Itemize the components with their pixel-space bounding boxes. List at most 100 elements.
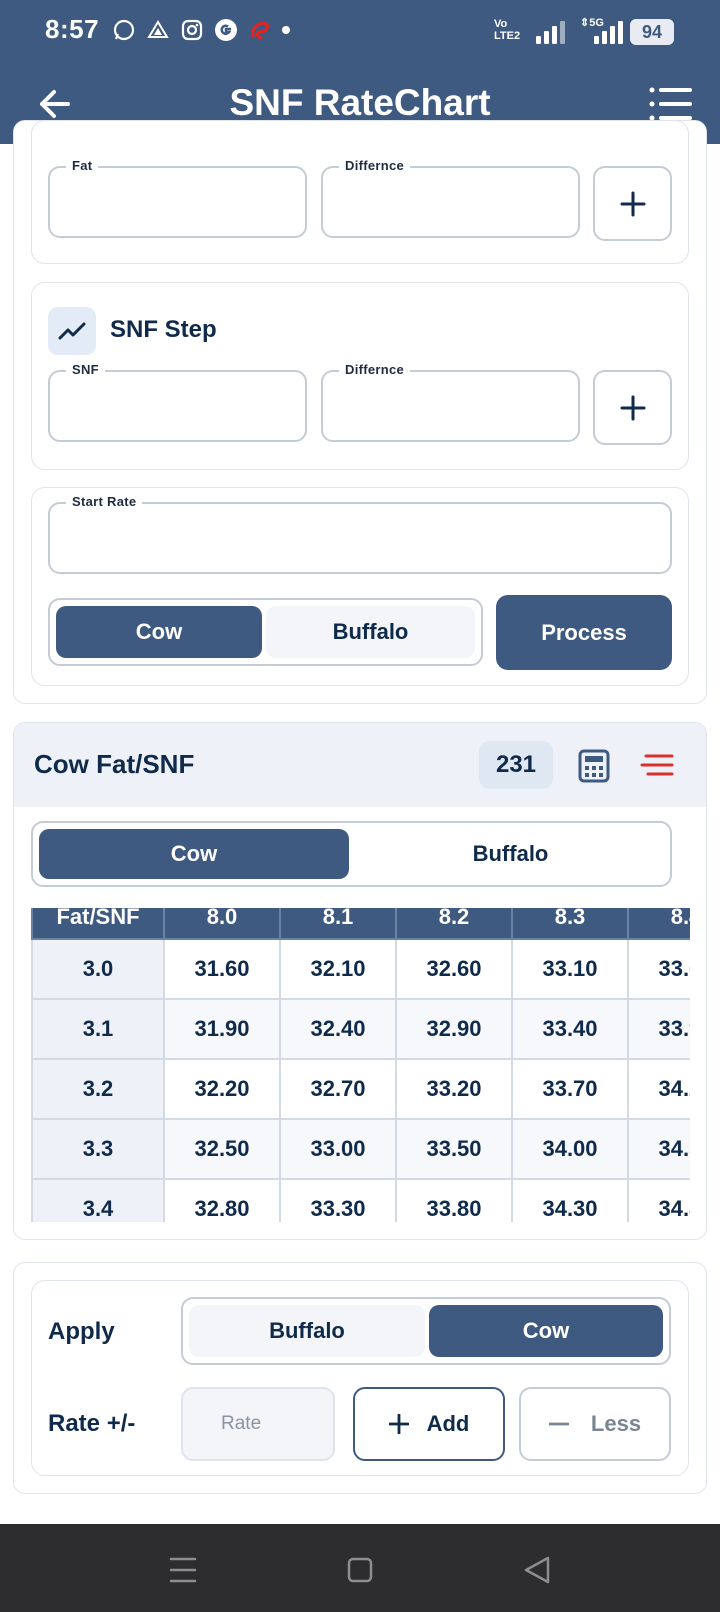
table-header-cell: 8.1 [279,908,397,940]
table-cell: 33.40 [511,998,629,1060]
snf-step-title: SNF Step [110,316,217,343]
table-cell: 33.00 [279,1118,397,1180]
table-cell: 32.20 [163,1058,281,1120]
recents-icon[interactable] [163,1550,203,1590]
rate-table-wrapper[interactable]: Fat/SNF 8.0 8.1 8.2 8.3 8.4 3.0 31.60 32… [31,908,690,1222]
fat-add-button[interactable] [593,166,672,241]
fat-field-label: Fat [66,158,99,173]
table-row-header: 3.1 [31,998,165,1060]
result-card: Cow Fat/SNF 231 Cow Buffalo Fat/SNF 8.0 … [13,722,707,1240]
page-title: SNF RateChart [229,82,491,123]
dot-icon [282,26,290,34]
minus-icon [548,1422,569,1426]
sort-lines-icon[interactable] [640,751,674,779]
menu-lines-icon[interactable] [648,84,692,124]
table-cell: 32.40 [279,998,397,1060]
count-badge: 231 [479,741,553,789]
trending-up-icon [48,307,96,355]
back-triangle-icon[interactable] [518,1550,558,1590]
table-cell: 34.50 [627,1118,690,1180]
battery-indicator: 94 [630,19,674,45]
instagram-icon [180,18,204,42]
signal-bars-icon [536,20,565,44]
table-cell: 33.50 [395,1118,513,1180]
plus-icon [388,1414,409,1434]
table-row: 3.4 32.80 33.30 33.80 34.30 34.80 [31,1178,690,1222]
table-row-header: 3.4 [31,1178,165,1222]
result-header: Cow Fat/SNF 231 [14,723,706,807]
table-row: 3.3 32.50 33.00 33.50 34.00 34.50 [31,1118,690,1180]
calculator-icon[interactable] [578,749,610,783]
table-cell: 32.60 [395,938,513,1000]
snf-difference-label: Differnce [339,362,411,377]
apply-toggle-buffalo[interactable]: Buffalo [189,1305,425,1357]
rate-input[interactable]: Rate [181,1387,335,1461]
table-cell: 33.30 [279,1178,397,1222]
apply-toggle-cow[interactable]: Cow [429,1305,663,1357]
table-row-header: 3.2 [31,1058,165,1120]
table-cell: 33.20 [395,1058,513,1120]
table-cell: 33.10 [511,938,629,1000]
less-rate-label: Less [590,1411,642,1436]
fat-difference-label: Differnce [339,158,411,173]
fat-difference-field[interactable]: Differnce [321,158,580,238]
table-header-cell: 8.0 [163,908,281,940]
result-title: Cow Fat/SNF [34,749,195,779]
result-toggle: Cow Buffalo [31,821,672,887]
result-toggle-buffalo[interactable]: Buffalo [355,829,666,879]
status-bar: 8:57 Vo LTE2 ⇕5G 94 [0,0,720,64]
table-row-header: 3.0 [31,938,165,1000]
table-cell: 34.20 [627,1058,690,1120]
less-rate-button[interactable]: Less [519,1387,671,1461]
table-cell: 33.60 [627,938,690,1000]
home-icon[interactable] [340,1550,380,1590]
system-nav-bar [0,1524,720,1612]
rate-adjust-label: Rate +/- [48,1410,136,1437]
snf-field-label: SNF [66,362,105,377]
table-cell: 31.60 [163,938,281,1000]
apply-toggle: Buffalo Cow [181,1297,671,1365]
table-cell: 33.80 [395,1178,513,1222]
table-row: 3.1 31.90 32.40 32.90 33.40 33.90 [31,998,690,1060]
fat-field[interactable]: Fat [48,158,307,238]
result-toggle-cow[interactable]: Cow [39,829,349,879]
signal-bars-5g-icon [594,20,623,44]
animal-toggle-cow[interactable]: Cow [56,606,262,658]
whatsapp-icon [112,18,136,42]
table-cell: 32.90 [395,998,513,1060]
rate-table: Fat/SNF 8.0 8.1 8.2 8.3 8.4 3.0 31.60 32… [31,908,690,1222]
table-cell: 32.50 [163,1118,281,1180]
add-rate-button[interactable]: Add [353,1387,505,1461]
table-row: 3.2 32.20 32.70 33.20 33.70 34.20 [31,1058,690,1120]
table-cell: 34.30 [511,1178,629,1222]
snf-add-button[interactable] [593,370,672,445]
airtel-icon [248,18,272,42]
table-header-cell: 8.3 [511,908,629,940]
table-header-cell: 8.2 [395,908,513,940]
snf-field[interactable]: SNF [48,362,307,442]
drive-icon [146,18,170,42]
status-time: 8:57 [45,14,100,44]
table-cell: 33.70 [511,1058,629,1120]
animal-toggle-buffalo[interactable]: Buffalo [266,606,475,658]
table-row: 3.0 31.60 32.10 32.60 33.10 33.60 [31,938,690,1000]
table-cell: 34.00 [511,1118,629,1180]
snf-difference-field[interactable]: Differnce [321,362,580,442]
table-cell: 34.80 [627,1178,690,1222]
table-header-cell: Fat/SNF [31,908,165,940]
start-rate-field[interactable]: Start Rate [48,494,672,574]
start-rate-label: Start Rate [66,494,143,509]
table-header-cell: 8.4 [627,908,690,940]
google-icon [214,18,238,42]
table-cell: 33.90 [627,998,690,1060]
process-button[interactable]: Process [496,595,672,670]
add-rate-label: Add [426,1411,470,1436]
table-cell: 31.90 [163,998,281,1060]
table-header-row: Fat/SNF 8.0 8.1 8.2 8.3 8.4 [31,908,690,940]
animal-toggle: Cow Buffalo [48,598,483,666]
table-row-header: 3.3 [31,1118,165,1180]
table-cell: 32.80 [163,1178,281,1222]
apply-label: Apply [48,1318,115,1345]
table-cell: 32.10 [279,938,397,1000]
table-cell: 32.70 [279,1058,397,1120]
